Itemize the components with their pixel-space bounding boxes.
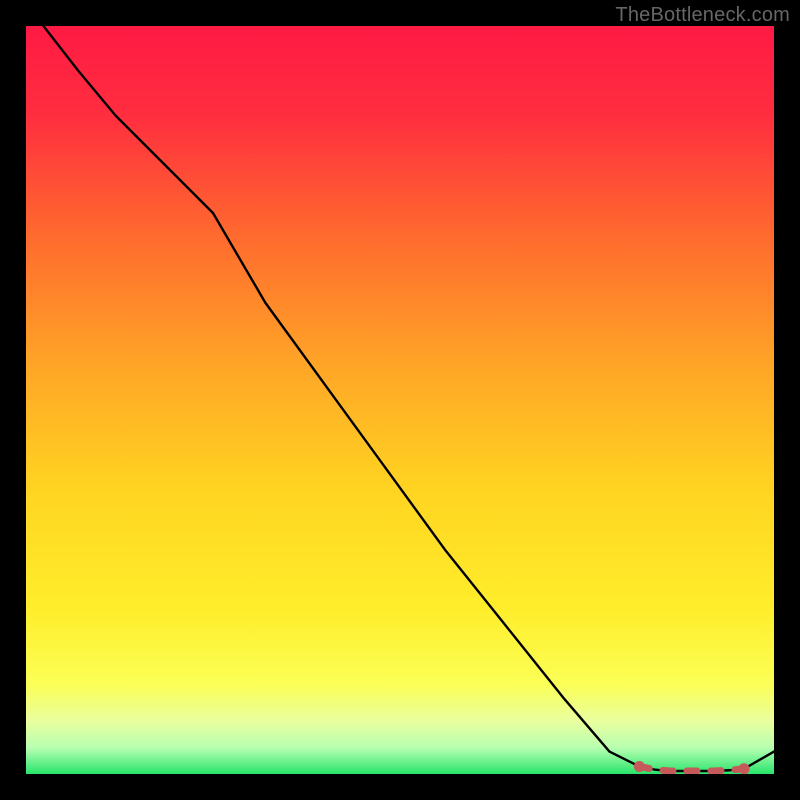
plot-svg xyxy=(26,26,774,774)
highlight-end-dot xyxy=(739,763,750,774)
watermark-text: TheBottleneck.com xyxy=(615,4,790,27)
plot-area xyxy=(26,26,774,774)
highlight-start-dot xyxy=(634,761,645,772)
chart-stage: TheBottleneck.com xyxy=(0,0,800,800)
